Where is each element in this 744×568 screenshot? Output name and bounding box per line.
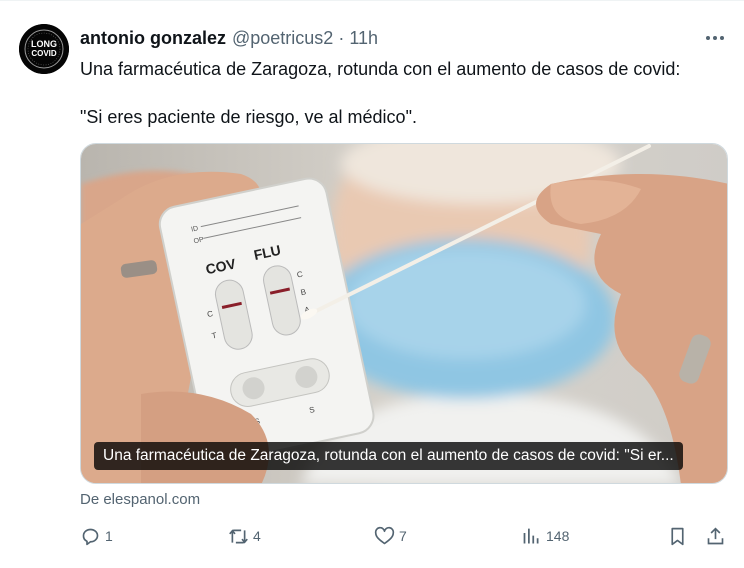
avatar-text-line2: COVID: [31, 49, 57, 58]
bookmark-icon: [671, 527, 684, 545]
tweet-text-line1: Una farmacéutica de Zaragoza, rotunda co…: [80, 59, 681, 79]
link-card[interactable]: ID OP COV FLU C T C B A S S: [80, 143, 728, 484]
cassette-label-id: ID: [191, 225, 199, 233]
more-button[interactable]: [700, 27, 730, 49]
divider: [0, 0, 744, 1]
card-source[interactable]: De elespanol.com: [80, 491, 200, 508]
reply-count: 1: [105, 528, 113, 544]
card-image: ID OP COV FLU C T C B A S S: [81, 144, 727, 483]
retweet-count: 4: [253, 528, 261, 544]
tweet-text-line2: "Si eres paciente de riesgo, ve al médic…: [80, 107, 417, 127]
views-button[interactable]: 148: [521, 524, 569, 548]
tweet[interactable]: LONG COVID antonio gonzalez @poetricus2 …: [0, 0, 744, 568]
reply-icon: [82, 528, 99, 545]
retweet-button[interactable]: 4: [228, 524, 261, 548]
share-button[interactable]: [705, 524, 726, 548]
author-handle[interactable]: @poetricus2: [232, 28, 333, 49]
retweet-icon: [229, 529, 248, 543]
card-caption: Una farmacéutica de Zaragoza, rotunda co…: [94, 442, 683, 470]
action-bar: 1 4 7 148: [80, 524, 740, 548]
more-icon: [706, 36, 724, 40]
share-icon: [707, 526, 724, 544]
reply-button[interactable]: 1: [80, 524, 113, 548]
like-count: 7: [399, 528, 407, 544]
avatar[interactable]: LONG COVID: [19, 24, 69, 74]
views-icon: [523, 528, 539, 543]
long-covid-logo: LONG COVID: [19, 24, 69, 74]
author-name[interactable]: antonio gonzalez: [80, 28, 226, 49]
like-button[interactable]: 7: [374, 524, 407, 548]
tweet-text: Una farmacéutica de Zaragoza, rotunda co…: [80, 57, 730, 129]
separator-dot: ·: [338, 28, 345, 48]
avatar-text-line1: LONG: [31, 39, 57, 49]
like-icon: [374, 526, 395, 544]
timestamp[interactable]: 11h: [349, 28, 378, 49]
tweet-header: antonio gonzalez @poetricus2 · 11h: [80, 28, 378, 50]
views-count: 148: [546, 528, 570, 544]
bookmark-button[interactable]: [667, 524, 688, 548]
